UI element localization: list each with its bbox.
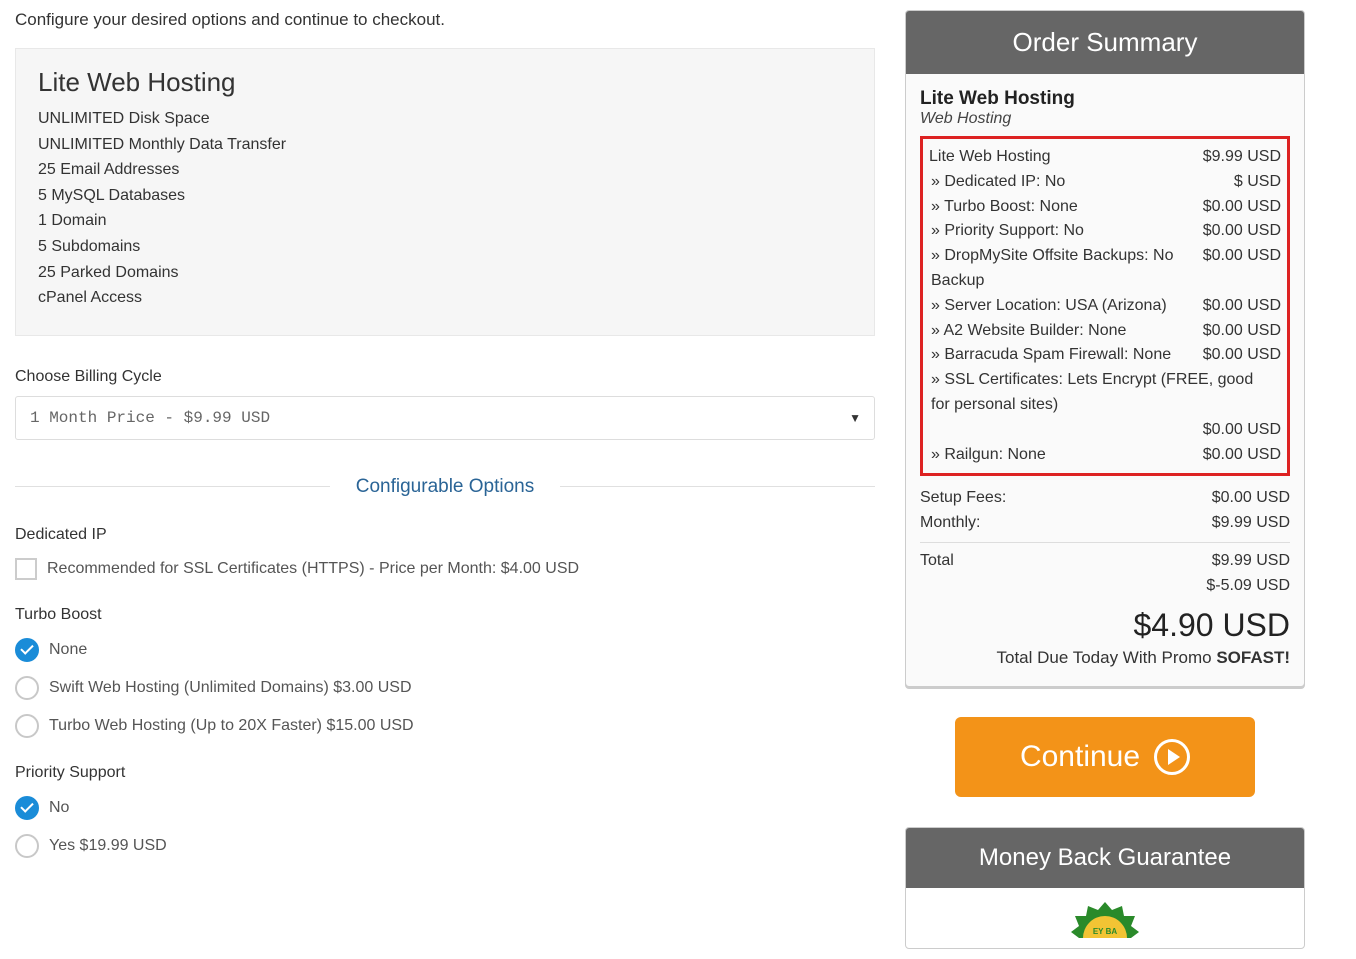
guarantee-seal-icon: EY BA bbox=[1065, 898, 1145, 938]
summary-grand-total: $4.90 USD bbox=[920, 607, 1290, 644]
summary-product-category: Web Hosting bbox=[920, 110, 1290, 128]
configurable-options-divider: Configurable Options bbox=[15, 476, 875, 498]
summary-line-label: SSL Certificates: Lets Encrypt (FREE, go… bbox=[931, 368, 1273, 418]
guarantee-title: Money Back Guarantee bbox=[906, 828, 1304, 888]
summary-line-price: $0.00 USD bbox=[1203, 319, 1281, 344]
dedicated-ip-label: Dedicated IP bbox=[15, 526, 875, 544]
summary-main-price: $9.99 USD bbox=[1203, 145, 1281, 170]
summary-line-price: $ USD bbox=[1234, 170, 1281, 195]
product-feature: 25 Email Addresses bbox=[38, 157, 852, 183]
summary-line-price: $0.00 USD bbox=[1203, 219, 1281, 244]
summary-line-label: Server Location: USA (Arizona) bbox=[931, 294, 1195, 319]
priority-support-option-label: Yes $19.99 USD bbox=[49, 837, 167, 855]
priority-support-label: Priority Support bbox=[15, 764, 875, 782]
product-feature: 5 MySQL Databases bbox=[38, 183, 852, 209]
continue-button[interactable]: Continue bbox=[955, 717, 1255, 797]
priority-support-group: Priority Support No Yes $19.99 USD bbox=[15, 764, 875, 858]
summary-total-label: Total bbox=[920, 549, 1204, 574]
priority-support-option-label: No bbox=[49, 799, 69, 817]
product-box: Lite Web Hosting UNLIMITED Disk SpaceUNL… bbox=[15, 48, 875, 336]
turbo-boost-radio[interactable] bbox=[15, 638, 39, 662]
summary-line-label: Railgun: None bbox=[931, 443, 1195, 468]
summary-line-price: $0.00 USD bbox=[1203, 244, 1281, 294]
summary-line-price: $0.00 USD bbox=[1203, 195, 1281, 220]
guarantee-card: Money Back Guarantee EY BA bbox=[905, 827, 1305, 949]
turbo-boost-option-label: Swift Web Hosting (Unlimited Domains) $3… bbox=[49, 679, 412, 697]
product-feature: 5 Subdomains bbox=[38, 234, 852, 260]
summary-fee-price: $0.00 USD bbox=[1212, 486, 1290, 511]
product-feature: 25 Parked Domains bbox=[38, 260, 852, 286]
order-summary-title: Order Summary bbox=[906, 11, 1304, 74]
continue-label: Continue bbox=[1020, 740, 1140, 774]
billing-cycle-select[interactable]: 1 Month Price - $9.99 USD bbox=[15, 396, 875, 440]
summary-line-label: Priority Support: No bbox=[931, 219, 1195, 244]
summary-discount: $-5.09 USD bbox=[1206, 574, 1290, 599]
summary-line-price: $0.00 USD bbox=[1203, 443, 1281, 468]
summary-fee-label: Monthly: bbox=[920, 511, 1204, 536]
dedicated-ip-group: Dedicated IP Recommended for SSL Certifi… bbox=[15, 526, 875, 580]
turbo-boost-radio[interactable] bbox=[15, 714, 39, 738]
summary-line-price: $0.00 USD bbox=[1203, 343, 1281, 368]
summary-line-label: Barracuda Spam Firewall: None bbox=[931, 343, 1195, 368]
product-feature: UNLIMITED Monthly Data Transfer bbox=[38, 132, 852, 158]
turbo-boost-option-label: Turbo Web Hosting (Up to 20X Faster) $15… bbox=[49, 717, 414, 735]
configurable-options-heading: Configurable Options bbox=[330, 476, 561, 498]
priority-support-radio[interactable] bbox=[15, 834, 39, 858]
turbo-boost-label: Turbo Boost bbox=[15, 606, 875, 624]
priority-support-radio[interactable] bbox=[15, 796, 39, 820]
arrow-right-circle-icon bbox=[1154, 739, 1190, 775]
turbo-boost-group: Turbo Boost None Swift Web Hosting (Unlim… bbox=[15, 606, 875, 738]
summary-line-label: Dedicated IP: No bbox=[931, 170, 1226, 195]
summary-line-label: Turbo Boost: None bbox=[931, 195, 1195, 220]
summary-fee-label: Setup Fees: bbox=[920, 486, 1204, 511]
summary-product-name: Lite Web Hosting bbox=[920, 88, 1290, 110]
summary-line-label: A2 Website Builder: None bbox=[931, 319, 1195, 344]
summary-line-label bbox=[931, 418, 1195, 443]
dedicated-ip-option-label: Recommended for SSL Certificates (HTTPS)… bbox=[47, 560, 579, 578]
order-summary-card: Order Summary Lite Web Hosting Web Hosti… bbox=[905, 10, 1305, 687]
turbo-boost-radio[interactable] bbox=[15, 676, 39, 700]
summary-fee-price: $9.99 USD bbox=[1212, 511, 1290, 536]
turbo-boost-option-label: None bbox=[49, 641, 87, 659]
summary-promo-line: Total Due Today With Promo SOFAST! bbox=[920, 648, 1290, 668]
dedicated-ip-checkbox[interactable] bbox=[15, 558, 37, 580]
summary-subtotal: $9.99 USD bbox=[1212, 549, 1290, 574]
summary-line-price: $0.00 USD bbox=[1203, 418, 1281, 443]
svg-text:EY BA: EY BA bbox=[1093, 927, 1118, 936]
product-features: UNLIMITED Disk SpaceUNLIMITED Monthly Da… bbox=[38, 106, 852, 311]
summary-lines-box: Lite Web Hosting $9.99 USD Dedicated IP:… bbox=[920, 136, 1290, 476]
summary-line-price: $0.00 USD bbox=[1203, 294, 1281, 319]
page-subtitle: Configure your desired options and conti… bbox=[15, 10, 875, 30]
billing-label: Choose Billing Cycle bbox=[15, 368, 875, 386]
product-feature: cPanel Access bbox=[38, 285, 852, 311]
product-title: Lite Web Hosting bbox=[38, 67, 852, 98]
summary-line-label: DropMySite Offsite Backups: No Backup bbox=[931, 244, 1195, 294]
product-feature: UNLIMITED Disk Space bbox=[38, 106, 852, 132]
product-feature: 1 Domain bbox=[38, 208, 852, 234]
summary-main-label: Lite Web Hosting bbox=[929, 145, 1195, 170]
